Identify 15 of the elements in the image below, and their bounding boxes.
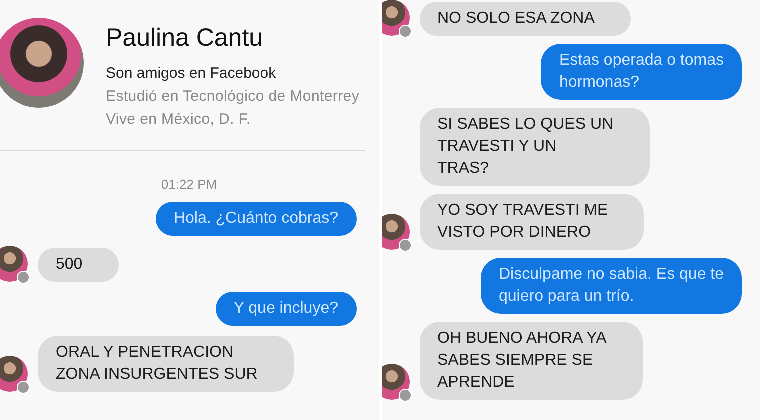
profile-name: Paulina Cantu (106, 24, 264, 53)
message-bubble: Hola. ¿Cuánto cobras? (156, 202, 356, 236)
message-bubble: Y que incluye? (216, 292, 356, 326)
profile-detail: Estudió en Tecnológico de Monterrey (106, 88, 360, 105)
message-bubble: SI SABES LO QUES UN TRAVESTI Y UN TRAS? (420, 108, 650, 186)
message-bubble: NO SOLO ESA ZONA (420, 2, 631, 36)
message-bubble: OH BUENO AHORA YA SABES SIEMPRE SE APRENDE (420, 322, 643, 400)
message-bubble: YO SOY TRAVESTI ME VISTO POR DINERO (420, 194, 644, 250)
message-bubble: Estas operada o tomas hormonas? (541, 44, 742, 100)
message-bubble: ORAL Y PENETRACION ZONA INSURGENTES SUR (38, 336, 294, 392)
friend-status: Son amigos en Facebook (106, 65, 278, 82)
profile-detail: Vive en México, D. F. (106, 111, 252, 128)
message-bubble: 500 (38, 248, 119, 282)
message-bubble: Disculpame no sabia. Es que te quiero para un trío. (480, 258, 742, 314)
timestamp: 01:22 PM (161, 177, 218, 192)
